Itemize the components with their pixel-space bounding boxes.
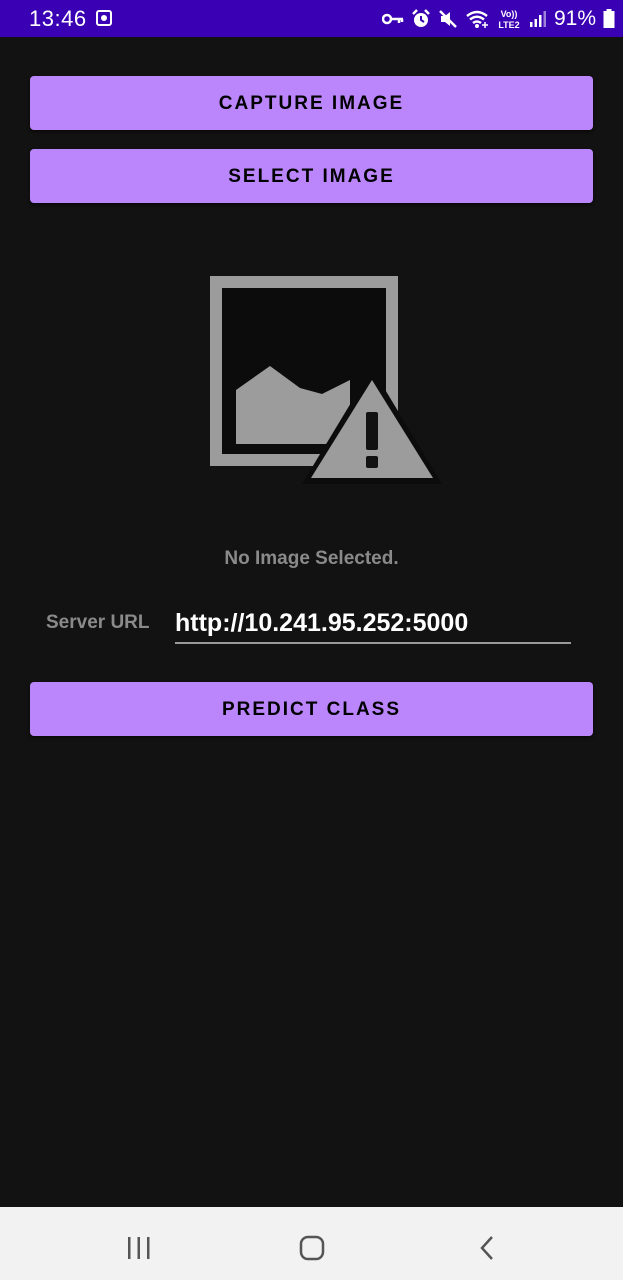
- recents-icon[interactable]: [119, 1227, 159, 1261]
- app-screen: 13:46 Vo)) LTE2 91% CAPTURE IMAGE SELECT…: [0, 0, 623, 1280]
- broken-image-icon: [210, 276, 442, 484]
- capture-image-button[interactable]: CAPTURE IMAGE: [30, 76, 593, 130]
- status-time: 13:46: [29, 6, 87, 31]
- notification-icon: [96, 10, 112, 26]
- image-preview: [200, 268, 450, 498]
- network-label: LTE2: [498, 20, 519, 30]
- status-icons: Vo)) LTE2 91%: [381, 6, 615, 32]
- volte-icon: Vo)) LTE2: [498, 9, 519, 30]
- predict-class-button[interactable]: PREDICT CLASS: [30, 682, 593, 736]
- home-icon[interactable]: [292, 1227, 332, 1261]
- back-icon[interactable]: [466, 1227, 506, 1261]
- server-url-input[interactable]: [175, 604, 571, 644]
- select-image-button[interactable]: SELECT IMAGE: [30, 149, 593, 203]
- svg-text:Vo)): Vo)): [501, 9, 518, 19]
- navigation-bar: [0, 1207, 623, 1280]
- mute-icon: [439, 10, 457, 28]
- wifi-icon: [466, 10, 488, 28]
- vpn-key-icon: [381, 13, 404, 25]
- battery-icon: [603, 9, 615, 28]
- signal-icon: [529, 11, 546, 27]
- status-bar: 13:46 Vo)) LTE2 91%: [0, 0, 623, 37]
- no-image-status: No Image Selected.: [224, 548, 399, 569]
- alarm-icon: [412, 9, 430, 27]
- battery-percent: 91%: [553, 7, 596, 30]
- server-url-label: Server URL: [46, 612, 150, 633]
